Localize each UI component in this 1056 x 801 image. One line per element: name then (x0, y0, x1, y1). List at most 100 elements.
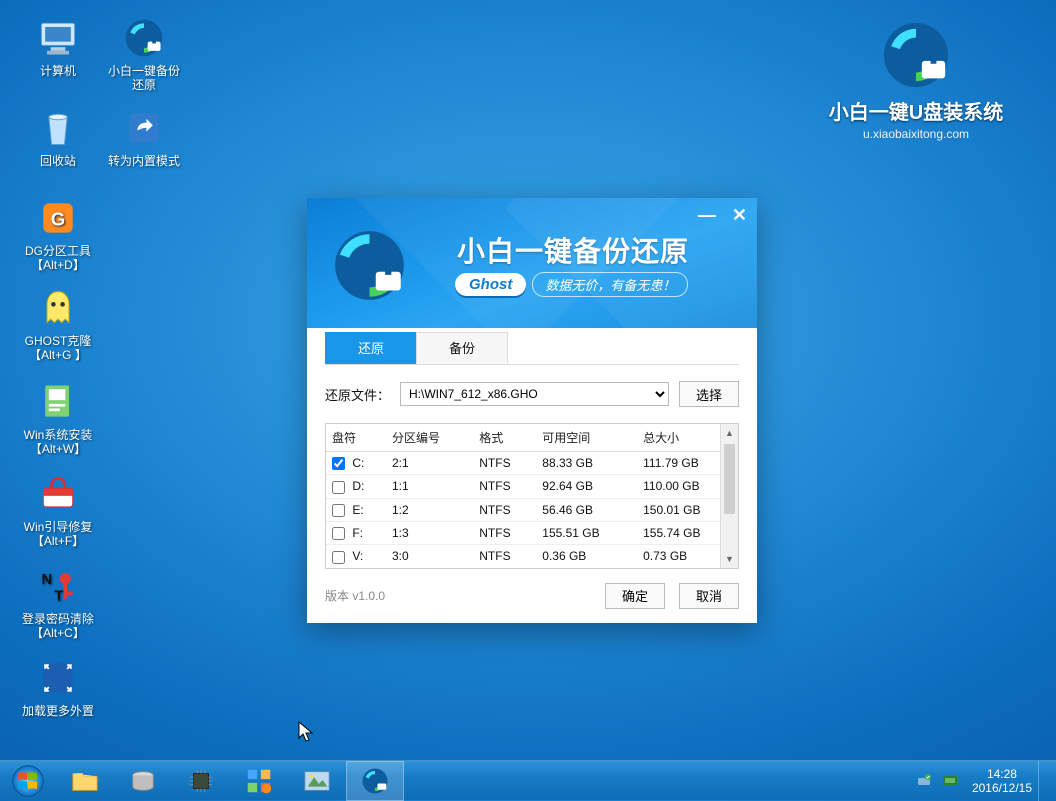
desktop-icon-ghost-clone[interactable]: GHOST克隆 【Alt+G 】 (18, 284, 98, 362)
taskbar-items (56, 761, 404, 800)
cancel-button[interactable]: 取消 (679, 583, 739, 609)
scroll-down-icon[interactable]: ▼ (721, 550, 738, 568)
col-format: 格式 (473, 424, 536, 452)
window-header: 小白一键备份还原 Ghost 数据无价，有备无患！ — ✕ (307, 198, 757, 328)
row-checkbox[interactable] (332, 551, 345, 564)
row-checkbox[interactable] (332, 527, 345, 540)
system-tray: 14:28 2016/12/15 (914, 761, 1056, 800)
ok-button[interactable]: 确定 (605, 583, 665, 609)
svg-text:N: N (42, 572, 53, 588)
app-logo-icon (332, 228, 407, 303)
desktop-icon-computer[interactable]: 计算机 (18, 14, 98, 78)
cell-part: 1:1 (386, 475, 473, 498)
desktop-icon-label: 登录密码清除 【Alt+C】 (22, 612, 94, 640)
scroll-thumb[interactable] (724, 444, 735, 514)
partition-table: 盘符 分区编号 格式 可用空间 总大小 C:2:1NTFS88.33 GB111… (326, 424, 738, 568)
cell-free: 56.46 GB (536, 498, 637, 521)
cell-free: 0.36 GB (536, 545, 637, 568)
taskbar-clock[interactable]: 14:28 2016/12/15 (972, 767, 1032, 795)
close-button[interactable]: ✕ (732, 208, 747, 222)
restore-file-select[interactable]: H:\WIN7_612_x86.GHO (400, 382, 669, 406)
recyclebin-icon (34, 104, 82, 152)
brand-corner: 小白一键U盘装系统 u.xiaobaixitong.com (806, 20, 1026, 141)
cell-free: 92.64 GB (536, 475, 637, 498)
cell-part: 1:3 (386, 521, 473, 544)
key-icon: NT (34, 562, 82, 610)
taskbar-item-cpu-tool[interactable] (172, 761, 230, 801)
col-free: 可用空间 (536, 424, 637, 452)
table-row[interactable]: V:3:0NTFS0.36 GB0.73 GB (326, 545, 738, 568)
tab-restore[interactable]: 还原 (325, 332, 417, 364)
backup-restore-window: 小白一键备份还原 Ghost 数据无价，有备无患！ — ✕ 还原 备份 还原文件… (307, 198, 757, 623)
desktop-icon-win-install[interactable]: Win系统安装 【Alt+W】 (18, 378, 98, 456)
svg-text:T: T (54, 589, 63, 605)
taskbar-item-disk-tool[interactable] (114, 761, 172, 801)
table-scrollbar[interactable]: ▲ ▼ (720, 424, 738, 568)
brand-title: 小白一键U盘装系统 (806, 96, 1026, 125)
desktop-icon-label: 小白一键备份 还原 (108, 64, 180, 92)
cell-fmt: NTFS (473, 475, 536, 498)
taskbar-item-explorer[interactable] (56, 761, 114, 801)
window-body: 还原 备份 还原文件： H:\WIN7_612_x86.GHO 选择 盘符 分区… (307, 328, 757, 623)
desktop-icon-pwd-clear[interactable]: NT 登录密码清除 【Alt+C】 (18, 562, 98, 640)
desktop-icon-label: 转为内置模式 (108, 154, 180, 168)
table-row[interactable]: C:2:1NTFS88.33 GB111.79 GB (326, 452, 738, 475)
tray-display-icon[interactable] (940, 771, 960, 791)
row-checkbox[interactable] (332, 504, 345, 517)
desktop-icon-recycle[interactable]: 回收站 (18, 104, 98, 168)
desktop-icon-label: 加载更多外置 (22, 704, 94, 718)
desktop-icon-boot-repair[interactable]: Win引导修复 【Alt+F】 (18, 470, 98, 548)
col-drive: 盘符 (326, 424, 386, 452)
row-checkbox[interactable] (332, 457, 345, 470)
choose-file-button[interactable]: 选择 (679, 381, 739, 407)
desktop-icon-label: Win系统安装 【Alt+W】 (24, 428, 93, 456)
brand-url: u.xiaobaixitong.com (806, 127, 1026, 141)
slogan-text: 数据无价，有备无患！ (532, 272, 688, 297)
desktop-icon-label: DG分区工具 【Alt+D】 (25, 244, 91, 272)
desktop-icon-dg-partition[interactable]: G DG分区工具 【Alt+D】 (18, 194, 98, 272)
taskbar-item-xb-app[interactable] (346, 761, 404, 801)
table-row[interactable]: E:1:2NTFS56.46 GB150.01 GB (326, 498, 738, 521)
dg-icon: G (34, 194, 82, 242)
desktop-icon-label: 计算机 (40, 64, 76, 78)
ghost-badge: Ghost (455, 273, 526, 296)
xb-logo-icon (120, 14, 168, 62)
desktop-icon-xb-backup[interactable]: 小白一键备份 还原 (104, 14, 184, 92)
minimize-button[interactable]: — (698, 208, 716, 222)
taskbar-item-app-store[interactable] (230, 761, 288, 801)
desktop-icon-label: 回收站 (40, 154, 76, 168)
table-row[interactable]: F:1:3NTFS155.51 GB155.74 GB (326, 521, 738, 544)
desktop-icon-load-more[interactable]: 加载更多外置 (18, 654, 98, 718)
restore-file-label: 还原文件： (325, 385, 390, 404)
shortcut-icon (120, 104, 168, 152)
taskbar: 14:28 2016/12/15 (0, 760, 1056, 800)
tab-backup[interactable]: 备份 (416, 332, 508, 364)
version-text: 版本 v1.0.0 (325, 587, 385, 604)
ghost-icon (34, 284, 82, 332)
tray-safe-remove-icon[interactable] (914, 771, 934, 791)
expand-icon (34, 654, 82, 702)
cell-fmt: NTFS (473, 545, 536, 568)
scroll-up-icon[interactable]: ▲ (721, 424, 738, 442)
svg-text:G: G (51, 208, 65, 229)
desktop-icon-switch-builtin[interactable]: 转为内置模式 (104, 104, 184, 168)
winsetup-icon (34, 378, 82, 426)
col-partition: 分区编号 (386, 424, 473, 452)
window-title: 小白一键备份还原 (457, 230, 689, 270)
computer-icon (34, 14, 82, 62)
cell-part: 1:2 (386, 498, 473, 521)
row-checkbox[interactable] (332, 481, 345, 494)
table-row[interactable]: D:1:1NTFS92.64 GB110.00 GB (326, 475, 738, 498)
toolbox-icon (34, 470, 82, 518)
cell-fmt: NTFS (473, 498, 536, 521)
brand-logo-icon (881, 20, 951, 90)
show-desktop-button[interactable] (1038, 761, 1050, 801)
desktop-icon-label: GHOST克隆 【Alt+G 】 (25, 334, 92, 362)
tab-bar: 还原 备份 (325, 328, 739, 365)
cell-fmt: NTFS (473, 452, 536, 475)
taskbar-item-img-tool[interactable] (288, 761, 346, 801)
start-button[interactable] (0, 761, 56, 801)
cell-part: 3:0 (386, 545, 473, 568)
desktop-icon-label: Win引导修复 【Alt+F】 (24, 520, 93, 548)
cell-free: 155.51 GB (536, 521, 637, 544)
